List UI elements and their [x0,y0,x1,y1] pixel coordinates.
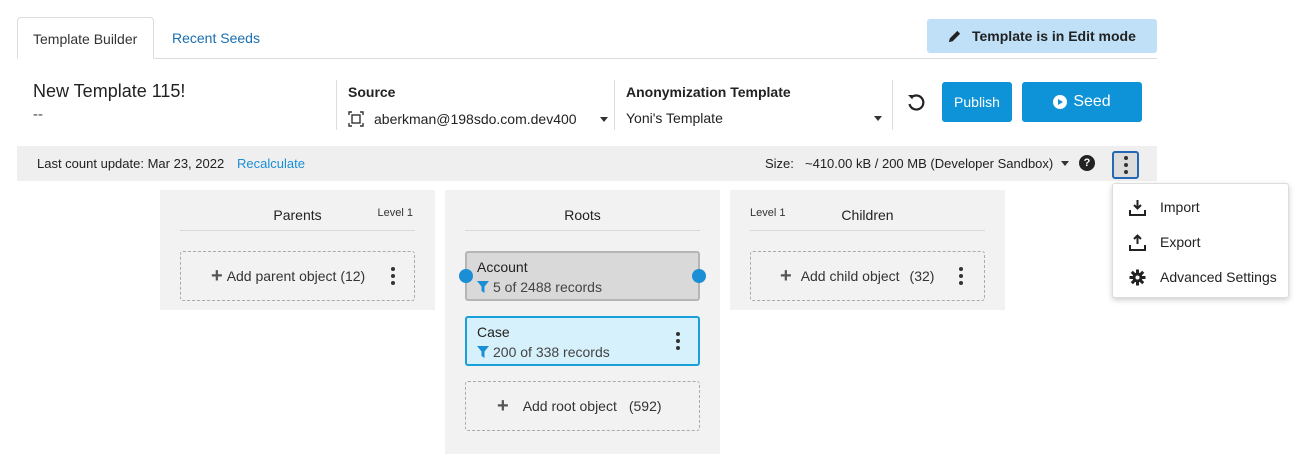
menu-item-label: Export [1160,234,1201,250]
add-child-object-button[interactable]: + Add child object (32) [750,251,985,301]
anonymization-value: Yoni's Template [626,110,723,126]
kebab-icon[interactable] [391,267,395,285]
source-label: Source [348,84,396,100]
column-header: Roots [465,190,700,231]
anonymization-select[interactable]: Yoni's Template [626,108,882,128]
roots-column: Roots Account 5 of 2488 records Case 200… [445,190,720,454]
more-options-button[interactable] [1112,151,1139,179]
children-column: Children Level 1 + Add child object (32) [730,190,1005,310]
column-title: Roots [564,207,601,223]
chevron-down-icon [1061,161,1070,166]
import-icon [1129,199,1146,216]
filter-icon [477,281,489,293]
anonymization-label: Anonymization Template [626,84,791,100]
add-label: Add parent object (12) [226,268,366,284]
parents-column: Parents Level 1 + Add parent object (12) [160,190,435,310]
add-count: (592) [628,398,662,414]
root-node-account[interactable]: Account 5 of 2488 records [459,251,706,301]
divider [614,80,615,130]
pencil-icon [948,30,961,42]
template-description[interactable]: -- [33,106,43,123]
kebab-icon[interactable] [959,267,963,285]
menu-item-export[interactable]: Export [1113,227,1288,257]
size-label: Size: [765,156,794,171]
menu-item-import[interactable]: Import [1113,192,1288,222]
level-label: Level 1 [750,207,786,219]
seed-label: Seed [1073,93,1111,110]
divider [336,80,337,130]
source-value: aberkman@198sdo.com.dev400 [374,111,577,127]
options-menu: Import Export Advanced Settings [1112,183,1289,298]
kebab-icon [1123,156,1128,174]
plus-icon: + [211,265,223,287]
column-header: Parents Level 1 [180,190,415,231]
publish-button[interactable]: Publish [942,82,1012,122]
chevron-down-icon [600,116,608,122]
divider [892,80,893,130]
add-parent-object-button[interactable]: + Add parent object (12) [180,251,415,301]
tab-recent-seeds[interactable]: Recent Seeds [157,17,275,59]
records-count: 5 of 2488 records [493,279,602,295]
node-records: 200 of 338 records [477,344,610,360]
undo-button[interactable] [904,90,928,114]
level-label: Level 1 [377,207,413,219]
size-select[interactable]: ~410.00 kB / 200 MB (Developer Sandbox) [805,156,1070,171]
menu-item-advanced-settings[interactable]: Advanced Settings [1113,262,1288,292]
edit-mode-badge: Template is in Edit mode [927,19,1157,53]
info-bar: Last count update: Mar 23, 2022 Recalcul… [17,146,1157,181]
template-name[interactable]: New Template 115! [33,81,185,102]
org-icon [348,111,364,127]
column-header: Children Level 1 [750,190,985,231]
help-icon[interactable]: ? [1079,155,1095,171]
add-root-object-button[interactable]: + Add root object (592) [465,381,700,431]
menu-item-label: Advanced Settings [1160,269,1277,285]
filter-icon [477,346,489,358]
kebab-icon[interactable] [676,332,680,350]
size-value: ~410.00 kB / 200 MB (Developer Sandbox) [805,156,1054,171]
edit-mode-label: Template is in Edit mode [972,28,1136,44]
root-node-case[interactable]: Case 200 of 338 records [465,316,700,366]
node-records: 5 of 2488 records [477,279,602,295]
connector-handle-left[interactable] [459,269,473,283]
play-icon [1053,95,1068,109]
plus-icon: + [497,395,509,417]
source-select[interactable]: aberkman@198sdo.com.dev400 [348,109,608,129]
plus-icon: + [780,265,792,287]
recalculate-link[interactable]: Recalculate [237,156,305,171]
node-name: Account [477,259,528,275]
last-count-update: Last count update: Mar 23, 2022 [37,156,225,171]
add-count: (32) [909,268,935,284]
gear-icon [1129,269,1146,285]
add-label: Add child object [800,268,900,284]
tab-template-builder[interactable]: Template Builder [17,17,154,59]
records-count: 200 of 338 records [493,344,610,360]
menu-item-label: Import [1160,199,1200,215]
add-label: Add root object [522,398,617,414]
connector-handle-right[interactable] [692,269,706,283]
node-name: Case [477,324,510,340]
undo-icon [908,94,925,111]
chevron-down-icon [874,115,882,121]
export-icon [1129,233,1146,251]
seed-button[interactable]: Seed [1022,82,1142,122]
